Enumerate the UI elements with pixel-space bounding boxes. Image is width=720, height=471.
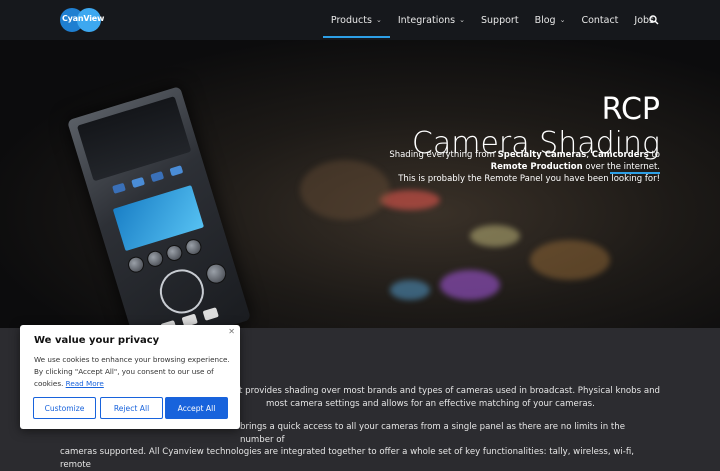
background-light	[530, 240, 610, 280]
panel-knob	[145, 248, 166, 269]
nav-item-blog[interactable]: Blog ⌄	[527, 0, 574, 40]
panel-button	[169, 165, 184, 177]
panel-knob	[126, 254, 147, 275]
hero-tagline-line2: Remote Production over the internet.	[491, 162, 660, 172]
background-light	[390, 280, 430, 300]
search-icon[interactable]	[648, 14, 660, 26]
hero-tagline-line3: This is probably the Remote Panel you ha…	[398, 174, 660, 184]
panel-joystick-ring	[154, 263, 210, 319]
nav-item-products[interactable]: Products ⌄	[322, 0, 390, 40]
nav-item-contact[interactable]: Contact	[573, 0, 626, 40]
accept-all-button[interactable]: Accept All	[165, 397, 228, 419]
rcp-panel-image	[66, 86, 252, 328]
panel-knob	[203, 261, 229, 287]
cookie-message-text: We use cookies to enhance your browsing …	[34, 355, 230, 389]
tagline-text: to	[648, 150, 660, 160]
background-light	[470, 225, 520, 247]
cyanview-logo[interactable]: CyanView	[60, 8, 105, 32]
top-navigation: CyanView Products ⌄ Integrations ⌄ Suppo…	[0, 0, 720, 40]
cookie-message: We use cookies to enhance your browsing …	[34, 354, 230, 391]
tagline-text: over the internet.	[582, 162, 660, 172]
cookie-title: We value your privacy	[34, 335, 160, 346]
panel-knob	[164, 242, 185, 263]
tagline-bold: Remote Production	[490, 162, 583, 172]
panel-button	[150, 171, 165, 183]
close-icon[interactable]: ✕	[228, 327, 235, 336]
chevron-down-icon: ⌄	[459, 16, 465, 24]
nav-label-support: Support	[481, 14, 519, 26]
cookie-consent-dialog: ✕ We value your privacy We use cookies t…	[20, 325, 240, 429]
tagline-bold: Specialty Cameras	[497, 150, 587, 160]
customize-button[interactable]: Customize	[33, 397, 96, 419]
logo-text: CyanView	[62, 14, 105, 23]
nav-label-products: Products	[330, 14, 372, 26]
reject-all-button[interactable]: Reject All	[100, 397, 163, 419]
panel-button	[202, 307, 219, 321]
panel-button	[131, 176, 146, 189]
chevron-down-icon: ⌄	[375, 16, 382, 24]
hero-banner: RCP Camera Shading Shading everything fr…	[0, 40, 720, 328]
main-menu: Products ⌄ Integrations ⌄ Support Blog ⌄…	[322, 0, 662, 40]
read-more-link[interactable]: Read More	[66, 379, 104, 388]
nav-label-contact: Contact	[581, 14, 619, 26]
panel-button	[112, 182, 126, 194]
tagline-text: Shading everything from	[389, 150, 498, 160]
hero-title-rcp: RCP	[601, 92, 660, 127]
nav-label-integrations: Integrations	[397, 14, 456, 26]
panel-knob	[183, 237, 204, 258]
nav-item-support[interactable]: Support	[473, 0, 527, 40]
nav-item-integrations[interactable]: Integrations ⌄	[390, 0, 473, 40]
hero-tagline-line1: Shading everything from Specialty Camera…	[389, 150, 660, 160]
nav-label-blog: Blog	[534, 14, 556, 26]
background-light	[300, 160, 390, 220]
background-light	[440, 270, 500, 300]
tagline-bold: Camcorders	[591, 150, 649, 160]
chevron-down-icon: ⌄	[559, 16, 566, 24]
